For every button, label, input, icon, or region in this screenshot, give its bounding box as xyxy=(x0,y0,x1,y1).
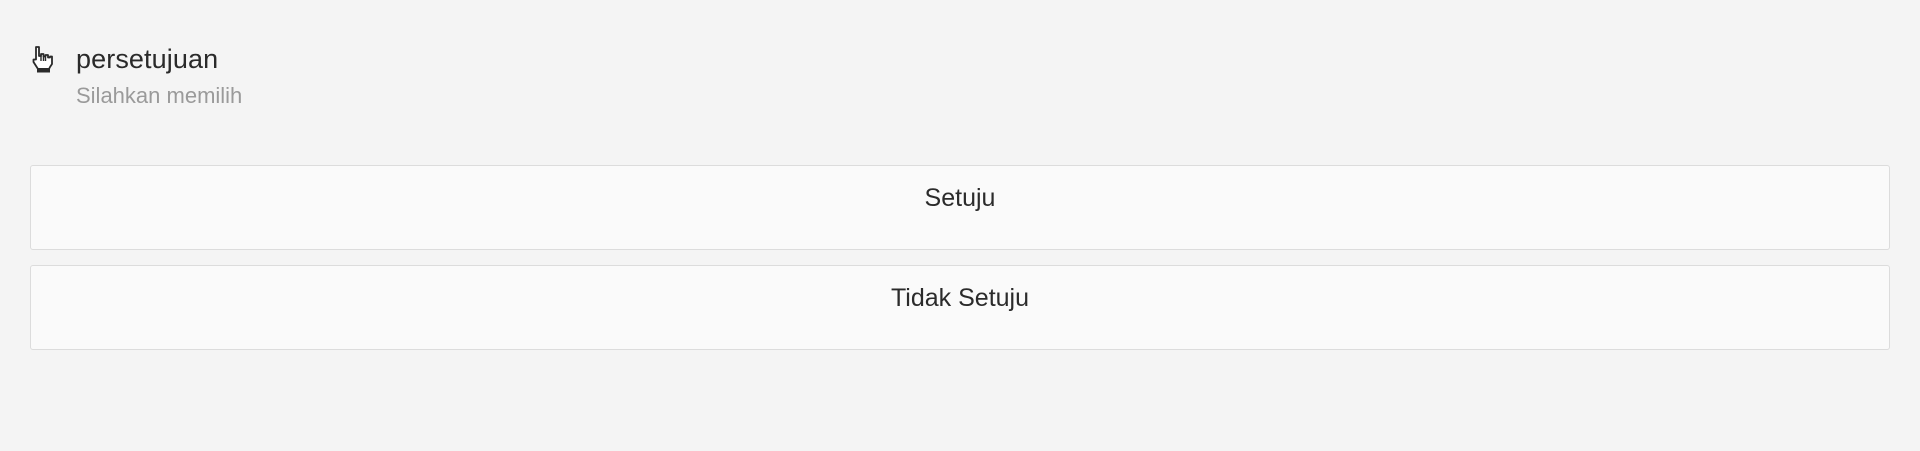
option-label: Setuju xyxy=(924,184,996,212)
answer-options: Setuju Tidak Setuju xyxy=(30,165,1890,365)
question-subtitle: Silahkan memilih xyxy=(76,83,243,108)
question-block: persetujuan Silahkan memilih xyxy=(30,42,1890,110)
option-tidak-setuju[interactable]: Tidak Setuju xyxy=(30,265,1890,350)
pointing-hand-icon xyxy=(30,45,54,73)
question-header: persetujuan Silahkan memilih xyxy=(30,42,1890,110)
question-text: persetujuan Silahkan memilih xyxy=(76,42,242,110)
option-label: Tidak Setuju xyxy=(890,284,1030,312)
question-title: persetujuan xyxy=(76,44,219,74)
option-setuju[interactable]: Setuju xyxy=(30,165,1890,250)
